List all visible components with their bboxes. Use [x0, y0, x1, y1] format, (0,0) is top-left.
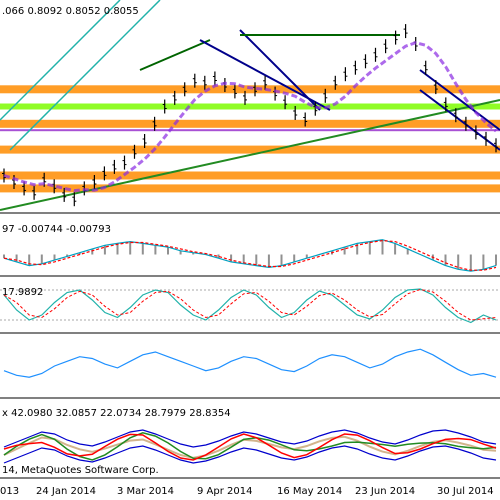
x-tick-label: 3 Mar 2014	[117, 486, 174, 497]
x-tick-label: 16 May 2014	[277, 486, 342, 497]
horizontal-level	[0, 103, 500, 110]
adx-header: x 42.0980 32.0857 22.0734 28.7979 28.835…	[2, 408, 231, 419]
horizontal-level	[0, 145, 500, 154]
stochastic-header: 17.9892	[2, 287, 43, 298]
macd-header: 97 -0.00744 -0.00793	[2, 224, 111, 235]
chart-canvas: .066 0.8092 0.8052 0.8055 97 -0.00744 -0…	[0, 0, 500, 500]
x-tick-label: 23 Jun 2014	[355, 486, 415, 497]
x-tick-label: 013	[0, 486, 19, 497]
x-tick-label: 9 Apr 2014	[197, 486, 252, 497]
watermark: 14, MetaQuotes Software Corp.	[2, 465, 159, 476]
x-tick-label: 30 Jul 2014	[437, 486, 494, 497]
horizontal-level	[0, 129, 500, 132]
x-tick-label: 24 Jan 2014	[36, 486, 96, 497]
horizontal-level	[0, 119, 500, 128]
horizontal-level	[0, 171, 500, 180]
ohlc-header: .066 0.8092 0.8052 0.8055	[2, 6, 139, 17]
